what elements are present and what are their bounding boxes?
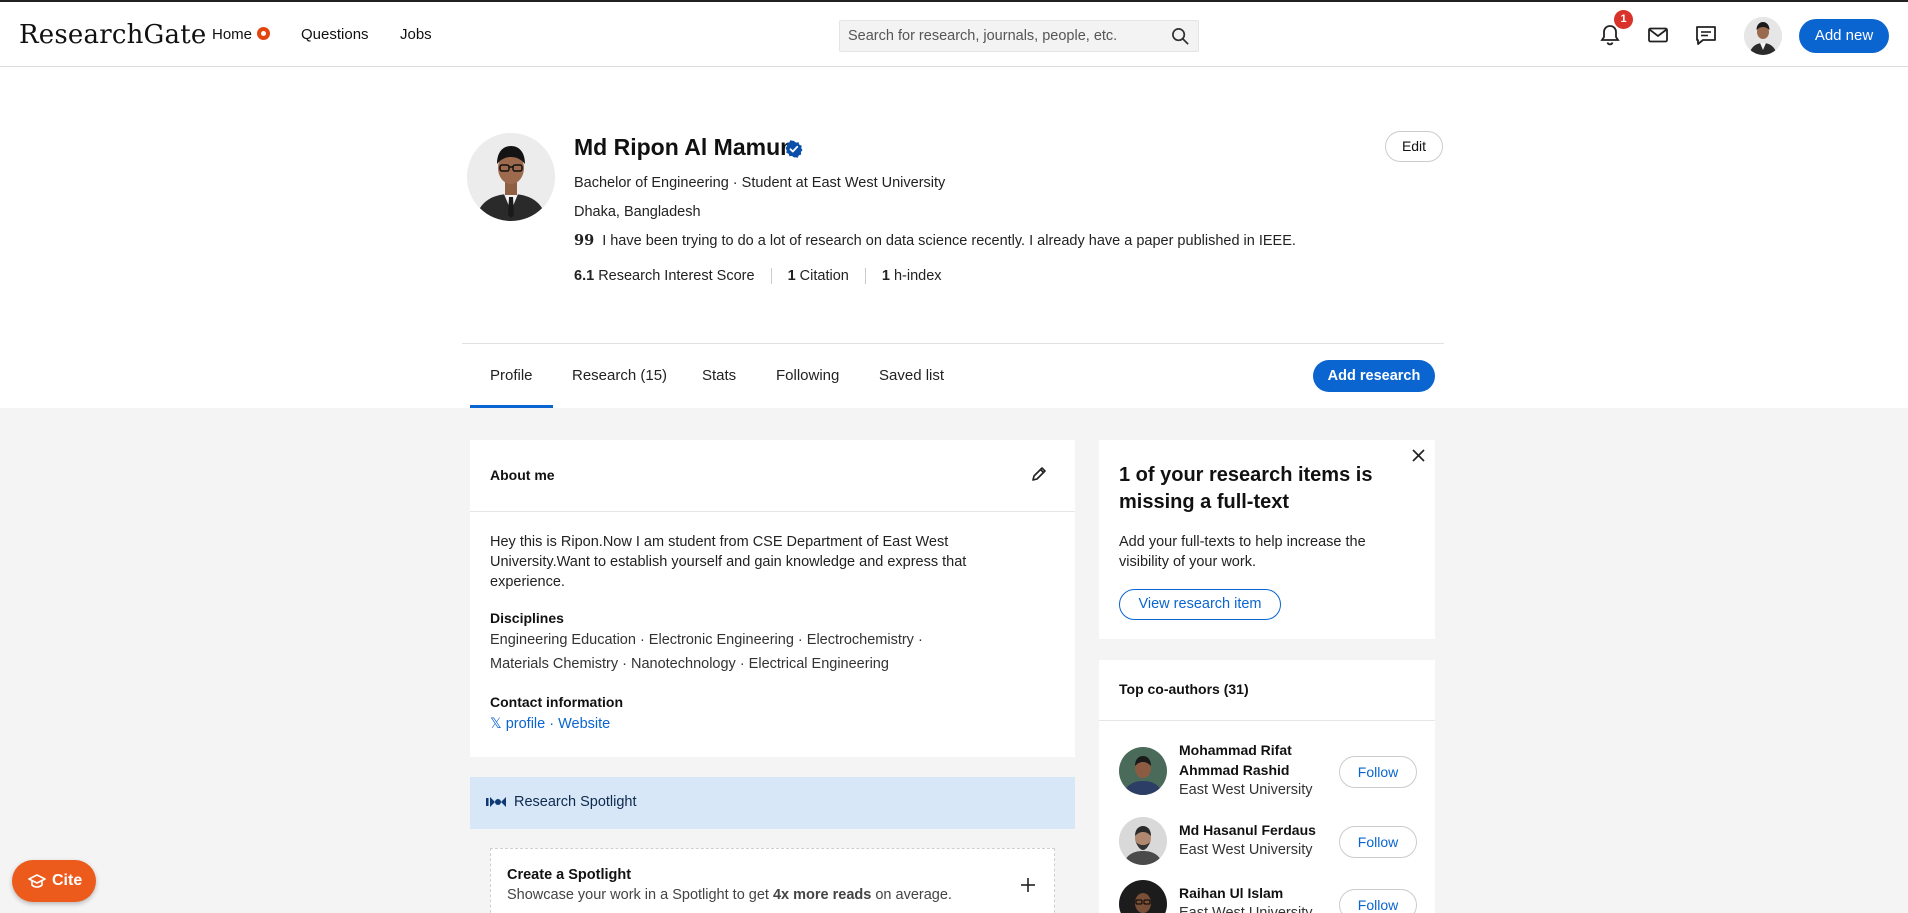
spotlight-icon — [486, 797, 506, 807]
coauthor-name[interactable]: Raihan Ul Islam — [1179, 883, 1329, 903]
disciplines-heading: Disciplines — [490, 610, 564, 626]
x-icon: 𝕏 — [490, 716, 502, 732]
profile-avatar-image — [467, 133, 555, 221]
quote-icon: 99 — [574, 232, 595, 249]
home-activity-icon — [257, 27, 271, 40]
coauthors-divider — [1099, 720, 1435, 721]
x-profile-label: profile — [505, 716, 546, 732]
coauthor-avatar[interactable] — [1119, 747, 1167, 795]
missing-fulltext-desc: Add your full-texts to help increase the… — [1119, 534, 1366, 570]
coauthor-institution: East West University — [1179, 842, 1313, 858]
website-link[interactable]: Website — [558, 716, 610, 732]
stat-label: Research Interest Score — [598, 268, 755, 284]
cite-label: Cite — [52, 872, 83, 889]
tab-following[interactable]: Following — [776, 367, 839, 384]
coauthor-avatar[interactable] — [1119, 817, 1167, 865]
coauthor-name[interactable]: Mohammad Rifat Ahmmad Rashid — [1179, 740, 1329, 780]
stat-citations[interactable]: 1 Citation — [770, 268, 865, 284]
profile-quote-text: I have been trying to do a lot of resear… — [602, 233, 1296, 249]
tab-saved-list[interactable]: Saved list — [879, 367, 944, 384]
search-input[interactable] — [848, 21, 1158, 51]
tab-stats[interactable]: Stats — [702, 367, 736, 384]
coauthor-avatar-image — [1119, 747, 1167, 795]
x-profile-link[interactable]: 𝕏 profile — [490, 716, 545, 732]
follow-button[interactable]: Follow — [1339, 826, 1417, 858]
stat-value: 1 — [881, 268, 890, 284]
contact-links: 𝕏 profile · Website — [490, 712, 990, 736]
desc-bold: 4x more reads — [772, 887, 872, 903]
tab-research[interactable]: Research (15) — [572, 367, 667, 384]
missing-fulltext-card: 1 of your research items is missing a fu… — [1099, 440, 1435, 639]
coauthor-institution: East West University — [1179, 782, 1313, 798]
coauthor-institution: East West University — [1179, 905, 1313, 913]
missing-fulltext-title: 1 of your research items is missing a fu… — [1119, 464, 1373, 513]
view-research-item-button[interactable]: View research item — [1119, 589, 1281, 620]
create-spotlight-box[interactable]: Create a Spotlight Showcase your work in… — [490, 848, 1055, 913]
nav-questions[interactable]: Questions — [301, 26, 369, 43]
close-icon[interactable] — [1411, 448, 1426, 463]
stat-value: 1 — [787, 268, 796, 284]
add-new-button[interactable]: Add new — [1799, 19, 1889, 53]
research-spotlight-header: Research Spotlight — [470, 777, 1075, 829]
about-text: Hey this is Ripon.Now I am student from … — [490, 534, 967, 590]
pencil-icon[interactable] — [1030, 465, 1048, 483]
add-research-button[interactable]: Add research — [1313, 360, 1435, 392]
nav-jobs[interactable]: Jobs — [400, 26, 432, 43]
profile-quote: 99 I have been trying to do a lot of rese… — [574, 232, 1296, 249]
user-avatar-image — [1744, 17, 1782, 55]
contact-separator: · — [549, 716, 555, 732]
desc-pre: Showcase your work in a Spotlight to get — [507, 887, 773, 903]
coauthor-avatar-image — [1119, 880, 1167, 913]
stat-h-index[interactable]: 1 h-index — [864, 268, 958, 284]
coauthor-avatar[interactable] — [1119, 880, 1167, 913]
coauthor-avatar-image — [1119, 817, 1167, 865]
researchgate-logo[interactable]: ResearchGate — [19, 20, 206, 50]
search-bar — [839, 20, 1199, 52]
about-title: About me — [490, 467, 555, 483]
follow-button[interactable]: Follow — [1339, 756, 1417, 788]
contact-heading: Contact information — [490, 694, 623, 710]
user-avatar[interactable] — [1744, 17, 1782, 55]
search-icon[interactable] — [1171, 27, 1190, 46]
mail-icon[interactable] — [1645, 22, 1671, 48]
stat-research-interest[interactable]: 6.1 Research Interest Score — [574, 268, 771, 284]
desc-post: on average. — [871, 887, 952, 903]
stat-label: h-index — [893, 268, 942, 284]
spotlight-title: Research Spotlight — [514, 794, 637, 810]
create-spotlight-desc: Showcase your work in a Spotlight to get… — [507, 887, 952, 903]
profile-stats: 6.1 Research Interest Score 1 Citation 1… — [574, 268, 958, 284]
header-divider — [462, 343, 1444, 344]
stat-label: Citation — [799, 268, 849, 284]
profile-location: Dhaka, Bangladesh — [574, 204, 701, 220]
about-card: About me Hey this is Ripon.Now I am stud… — [470, 440, 1075, 757]
edit-profile-button[interactable]: Edit — [1385, 131, 1443, 162]
coauthors-title: Top co-authors (31) — [1119, 681, 1249, 697]
plus-icon[interactable] — [1020, 877, 1036, 893]
nav-home[interactable]: Home — [212, 26, 271, 43]
tab-profile[interactable]: Profile — [490, 367, 533, 384]
create-spotlight-title: Create a Spotlight — [507, 867, 632, 883]
profile-avatar[interactable] — [467, 133, 555, 221]
notification-badge: 1 — [1614, 10, 1633, 29]
disciplines-line-1: Engineering Education · Electronic Engin… — [490, 632, 923, 648]
cite-button[interactable]: Cite — [12, 860, 96, 902]
top-navigation: ResearchGate Home Questions Jobs 1 Add n… — [0, 0, 1908, 67]
chat-icon[interactable] — [1693, 22, 1719, 48]
follow-button[interactable]: Follow — [1339, 889, 1417, 913]
about-divider — [470, 511, 1075, 512]
top-coauthors-card: Top co-authors (31) Mohammad Rifat Ahmma… — [1099, 660, 1435, 913]
profile-name: Md Ripon Al Mamun — [574, 134, 795, 160]
nav-home-label: Home — [212, 26, 253, 43]
active-tab-indicator — [470, 405, 553, 408]
profile-title: Bachelor of Engineering · Student at Eas… — [574, 175, 946, 191]
verified-badge-icon — [785, 140, 803, 158]
stat-value: 6.1 — [574, 268, 595, 284]
graduation-cap-icon — [28, 874, 46, 888]
coauthor-name[interactable]: Md Hasanul Ferdaus — [1179, 820, 1329, 840]
disciplines-line-2: Materials Chemistry · Nanotechnology · E… — [490, 656, 889, 672]
